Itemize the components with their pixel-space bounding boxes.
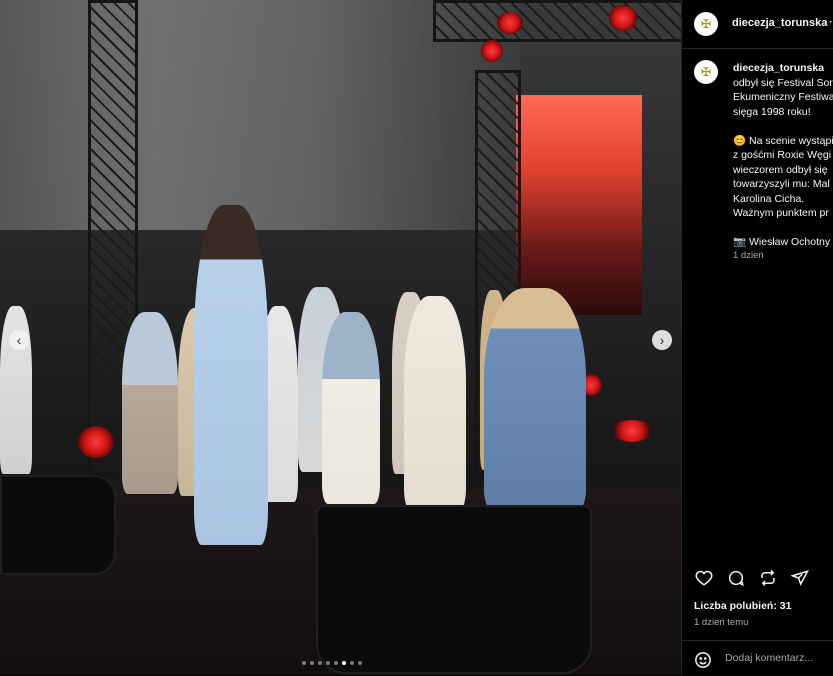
caption-line: 📷 Wiesław Ochotny bbox=[733, 236, 831, 248]
caption-line: sięga 1998 roku! bbox=[733, 105, 811, 118]
stage-light bbox=[609, 5, 637, 31]
caption-timestamp: 1 dzień bbox=[733, 250, 764, 261]
stage-light bbox=[497, 12, 523, 34]
caption-line: Ważnym punktem pr bbox=[733, 207, 829, 219]
choir-singer bbox=[404, 296, 466, 510]
likes-count[interactable]: Liczba polubień: 31 bbox=[694, 600, 791, 612]
post-photo[interactable]: ‹ › bbox=[0, 0, 681, 675]
repost-icon[interactable] bbox=[758, 568, 778, 588]
comment-bar bbox=[682, 640, 833, 676]
avatar[interactable]: ✠ bbox=[694, 60, 718, 84]
lead-singer bbox=[194, 205, 268, 545]
truss-top bbox=[433, 0, 681, 42]
carousel-dots bbox=[302, 661, 362, 665]
caption-line: wieczorem odbył się bbox=[733, 163, 828, 176]
choir-singer bbox=[122, 312, 178, 494]
post-timestamp: 1 dzień temu bbox=[694, 617, 749, 628]
carousel-dot bbox=[302, 661, 306, 665]
choir-singer bbox=[484, 288, 586, 512]
caption-username[interactable]: diecezja_torunska bbox=[733, 61, 833, 76]
comment-input[interactable] bbox=[725, 649, 830, 667]
caption-line bbox=[733, 119, 833, 134]
heart-icon[interactable] bbox=[694, 568, 714, 588]
stage-monitor-speaker bbox=[0, 475, 116, 575]
carousel-dot bbox=[358, 661, 362, 665]
caption-line: Ekumeniczny Festiwa bbox=[733, 91, 833, 103]
post-header: ✠ diecezja_torunska ⋯ bbox=[682, 0, 833, 49]
caption-line: towarzyszyli mu: Mal bbox=[733, 178, 830, 190]
stage-light bbox=[78, 426, 114, 458]
carousel-prev-button[interactable]: ‹ bbox=[9, 330, 29, 350]
post-sidebar: ✠ diecezja_torunska ⋯ ✠ diecezja_torunsk… bbox=[681, 0, 833, 675]
caption-line: z gośćmi Roxie Węgi bbox=[733, 149, 832, 161]
carousel-dot-active bbox=[342, 661, 346, 665]
caption-line bbox=[733, 221, 833, 236]
more-icon[interactable]: ⋯ bbox=[824, 14, 833, 30]
caption-line: 😊 Na scenie wystąpi bbox=[733, 134, 833, 147]
emoji-icon[interactable] bbox=[694, 651, 712, 674]
post-caption: diecezja_torunska odbył się Festival Sor… bbox=[733, 61, 833, 250]
carousel-next-button[interactable]: › bbox=[652, 330, 672, 350]
stage-light bbox=[612, 420, 652, 442]
carousel-dot bbox=[334, 661, 338, 665]
carousel-dot bbox=[350, 661, 354, 665]
post-actions bbox=[694, 568, 810, 588]
carousel-dot bbox=[310, 661, 314, 665]
caption-line: odbył się Festival Sor bbox=[733, 76, 833, 89]
carousel-dot bbox=[318, 661, 322, 665]
choir-singer bbox=[322, 312, 380, 504]
led-screen bbox=[516, 95, 642, 315]
stage-monitor-speaker bbox=[316, 505, 592, 674]
send-icon[interactable] bbox=[790, 568, 810, 588]
stage-light bbox=[481, 40, 503, 62]
comment-icon[interactable] bbox=[726, 568, 746, 588]
avatar[interactable]: ✠ bbox=[694, 12, 718, 36]
carousel-dot bbox=[326, 661, 330, 665]
caption-line: Karolina Cicha. bbox=[733, 192, 805, 205]
username[interactable]: diecezja_torunska bbox=[732, 17, 827, 29]
